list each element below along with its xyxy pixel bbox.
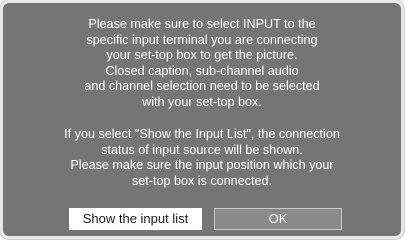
instruction-message: Please make sure to select INPUT to the … bbox=[3, 17, 401, 110]
message-line: Please make sure to select INPUT to the bbox=[88, 17, 316, 31]
message-line: Closed caption, sub-channel audio bbox=[105, 63, 299, 78]
message-line: Please make sure the input position whic… bbox=[70, 158, 334, 172]
message-line: your set-top box to get the picture. bbox=[106, 48, 298, 62]
message-line: If you select "Show the Input List", the… bbox=[64, 127, 340, 141]
message-line: specific input terminal you are connecti… bbox=[86, 32, 318, 47]
message-line: set-top box is connected. bbox=[131, 173, 272, 188]
ok-button[interactable]: OK bbox=[214, 208, 342, 230]
input-list-message: If you select "Show the Input List", the… bbox=[3, 127, 401, 189]
show-input-list-button[interactable]: Show the input list bbox=[69, 208, 202, 230]
message-line: and channel selection need to be selecte… bbox=[84, 79, 320, 93]
input-info-dialog: Please make sure to select INPUT to the … bbox=[0, 0, 404, 239]
message-line: with your set-top box. bbox=[142, 94, 262, 109]
message-line: status of input source will be shown. bbox=[101, 142, 303, 157]
